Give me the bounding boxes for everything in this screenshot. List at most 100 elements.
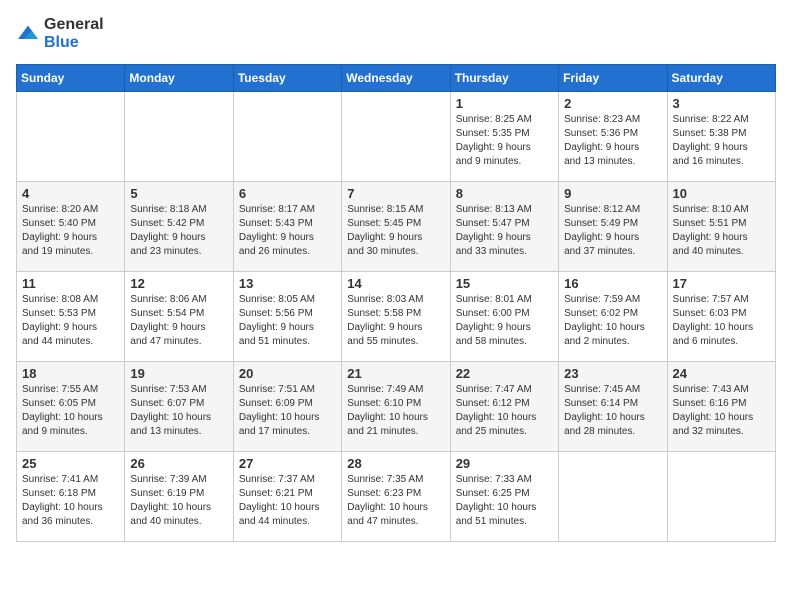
calendar-cell: 29 Sunrise: 7:33 AM Sunset: 6:25 PM Dayli… [450, 452, 558, 542]
calendar-cell: 20 Sunrise: 7:51 AM Sunset: 6:09 PM Dayli… [233, 362, 341, 452]
calendar-cell: 26 Sunrise: 7:39 AM Sunset: 6:19 PM Dayli… [125, 452, 233, 542]
day-number: 21 [347, 366, 444, 381]
day-info: Sunrise: 8:05 AM Sunset: 5:56 PM Dayligh… [239, 293, 336, 349]
calendar-cell: 10 Sunrise: 8:10 AM Sunset: 5:51 PM Dayli… [667, 182, 775, 272]
calendar-cell [17, 92, 125, 182]
calendar-cell: 13 Sunrise: 8:05 AM Sunset: 5:56 PM Dayli… [233, 272, 341, 362]
day-info: Sunrise: 7:39 AM Sunset: 6:19 PM Dayligh… [130, 473, 227, 529]
day-info: Sunrise: 8:25 AM Sunset: 5:35 PM Dayligh… [456, 113, 553, 169]
day-info: Sunrise: 7:55 AM Sunset: 6:05 PM Dayligh… [22, 383, 119, 439]
calendar-table: SundayMondayTuesdayWednesdayThursdayFrid… [16, 64, 776, 542]
calendar-cell: 18 Sunrise: 7:55 AM Sunset: 6:05 PM Dayli… [17, 362, 125, 452]
day-number: 26 [130, 456, 227, 471]
day-info: Sunrise: 8:17 AM Sunset: 5:43 PM Dayligh… [239, 203, 336, 259]
calendar-cell: 24 Sunrise: 7:43 AM Sunset: 6:16 PM Dayli… [667, 362, 775, 452]
calendar-cell: 21 Sunrise: 7:49 AM Sunset: 6:10 PM Dayli… [342, 362, 450, 452]
logo: General Blue [16, 16, 104, 52]
calendar-cell: 23 Sunrise: 7:45 AM Sunset: 6:14 PM Dayli… [559, 362, 667, 452]
day-info: Sunrise: 7:35 AM Sunset: 6:23 PM Dayligh… [347, 473, 444, 529]
calendar-cell [125, 92, 233, 182]
day-info: Sunrise: 8:20 AM Sunset: 5:40 PM Dayligh… [22, 203, 119, 259]
logo-text: General Blue [44, 16, 104, 52]
day-info: Sunrise: 8:06 AM Sunset: 5:54 PM Dayligh… [130, 293, 227, 349]
day-number: 18 [22, 366, 119, 381]
day-info: Sunrise: 8:12 AM Sunset: 5:49 PM Dayligh… [564, 203, 661, 259]
day-info: Sunrise: 8:18 AM Sunset: 5:42 PM Dayligh… [130, 203, 227, 259]
page-header: General Blue [16, 16, 776, 52]
calendar-cell: 5 Sunrise: 8:18 AM Sunset: 5:42 PM Daylig… [125, 182, 233, 272]
calendar-cell: 6 Sunrise: 8:17 AM Sunset: 5:43 PM Daylig… [233, 182, 341, 272]
calendar-cell [559, 452, 667, 542]
calendar-cell [233, 92, 341, 182]
day-of-week-header: Sunday [17, 65, 125, 92]
day-info: Sunrise: 7:59 AM Sunset: 6:02 PM Dayligh… [564, 293, 661, 349]
calendar-cell: 12 Sunrise: 8:06 AM Sunset: 5:54 PM Dayli… [125, 272, 233, 362]
calendar-cell: 1 Sunrise: 8:25 AM Sunset: 5:35 PM Daylig… [450, 92, 558, 182]
day-number: 29 [456, 456, 553, 471]
day-number: 3 [673, 96, 770, 111]
day-info: Sunrise: 8:01 AM Sunset: 6:00 PM Dayligh… [456, 293, 553, 349]
logo-icon [16, 24, 40, 44]
day-info: Sunrise: 8:23 AM Sunset: 5:36 PM Dayligh… [564, 113, 661, 169]
day-number: 2 [564, 96, 661, 111]
day-info: Sunrise: 8:03 AM Sunset: 5:58 PM Dayligh… [347, 293, 444, 349]
calendar-cell [667, 452, 775, 542]
calendar-cell: 9 Sunrise: 8:12 AM Sunset: 5:49 PM Daylig… [559, 182, 667, 272]
day-info: Sunrise: 7:53 AM Sunset: 6:07 PM Dayligh… [130, 383, 227, 439]
calendar-cell: 14 Sunrise: 8:03 AM Sunset: 5:58 PM Dayli… [342, 272, 450, 362]
day-of-week-header: Wednesday [342, 65, 450, 92]
day-info: Sunrise: 7:47 AM Sunset: 6:12 PM Dayligh… [456, 383, 553, 439]
day-number: 14 [347, 276, 444, 291]
day-number: 16 [564, 276, 661, 291]
day-number: 27 [239, 456, 336, 471]
calendar-cell [342, 92, 450, 182]
day-number: 22 [456, 366, 553, 381]
day-number: 28 [347, 456, 444, 471]
day-number: 23 [564, 366, 661, 381]
day-of-week-header: Monday [125, 65, 233, 92]
day-info: Sunrise: 8:10 AM Sunset: 5:51 PM Dayligh… [673, 203, 770, 259]
day-number: 4 [22, 186, 119, 201]
day-number: 24 [673, 366, 770, 381]
day-number: 15 [456, 276, 553, 291]
day-number: 12 [130, 276, 227, 291]
calendar-cell: 3 Sunrise: 8:22 AM Sunset: 5:38 PM Daylig… [667, 92, 775, 182]
day-info: Sunrise: 8:22 AM Sunset: 5:38 PM Dayligh… [673, 113, 770, 169]
calendar-cell: 8Sunrise: 8:13 AM Sunset: 5:47 PM Daylig… [450, 182, 558, 272]
day-info: Sunrise: 7:51 AM Sunset: 6:09 PM Dayligh… [239, 383, 336, 439]
day-info: Sunrise: 7:43 AM Sunset: 6:16 PM Dayligh… [673, 383, 770, 439]
day-info: Sunrise: 7:37 AM Sunset: 6:21 PM Dayligh… [239, 473, 336, 529]
calendar-cell: 28 Sunrise: 7:35 AM Sunset: 6:23 PM Dayli… [342, 452, 450, 542]
day-number: 17 [673, 276, 770, 291]
calendar-cell: 22 Sunrise: 7:47 AM Sunset: 6:12 PM Dayli… [450, 362, 558, 452]
day-number: 9 [564, 186, 661, 201]
day-number: 8 [456, 186, 553, 201]
day-number: 20 [239, 366, 336, 381]
day-info: Sunrise: 7:41 AM Sunset: 6:18 PM Dayligh… [22, 473, 119, 529]
calendar-cell: 16 Sunrise: 7:59 AM Sunset: 6:02 PM Dayli… [559, 272, 667, 362]
day-info: Sunrise: 7:45 AM Sunset: 6:14 PM Dayligh… [564, 383, 661, 439]
day-number: 11 [22, 276, 119, 291]
day-number: 6 [239, 186, 336, 201]
day-number: 1 [456, 96, 553, 111]
day-number: 25 [22, 456, 119, 471]
day-number: 7 [347, 186, 444, 201]
calendar-cell: 27 Sunrise: 7:37 AM Sunset: 6:21 PM Dayli… [233, 452, 341, 542]
day-info: Sunrise: 7:33 AM Sunset: 6:25 PM Dayligh… [456, 473, 553, 529]
day-of-week-header: Tuesday [233, 65, 341, 92]
day-number: 13 [239, 276, 336, 291]
day-info: Sunrise: 7:57 AM Sunset: 6:03 PM Dayligh… [673, 293, 770, 349]
calendar-cell: 15 Sunrise: 8:01 AM Sunset: 6:00 PM Dayli… [450, 272, 558, 362]
day-of-week-header: Thursday [450, 65, 558, 92]
calendar-cell: 4 Sunrise: 8:20 AM Sunset: 5:40 PM Daylig… [17, 182, 125, 272]
calendar-cell: 19 Sunrise: 7:53 AM Sunset: 6:07 PM Dayli… [125, 362, 233, 452]
calendar-cell: 2 Sunrise: 8:23 AM Sunset: 5:36 PM Daylig… [559, 92, 667, 182]
day-number: 19 [130, 366, 227, 381]
calendar-cell: 25 Sunrise: 7:41 AM Sunset: 6:18 PM Dayli… [17, 452, 125, 542]
day-number: 5 [130, 186, 227, 201]
calendar-cell: 7Sunrise: 8:15 AM Sunset: 5:45 PM Daylig… [342, 182, 450, 272]
day-info: Sunrise: 7:49 AM Sunset: 6:10 PM Dayligh… [347, 383, 444, 439]
day-of-week-header: Saturday [667, 65, 775, 92]
calendar-cell: 17 Sunrise: 7:57 AM Sunset: 6:03 PM Dayli… [667, 272, 775, 362]
day-number: 10 [673, 186, 770, 201]
